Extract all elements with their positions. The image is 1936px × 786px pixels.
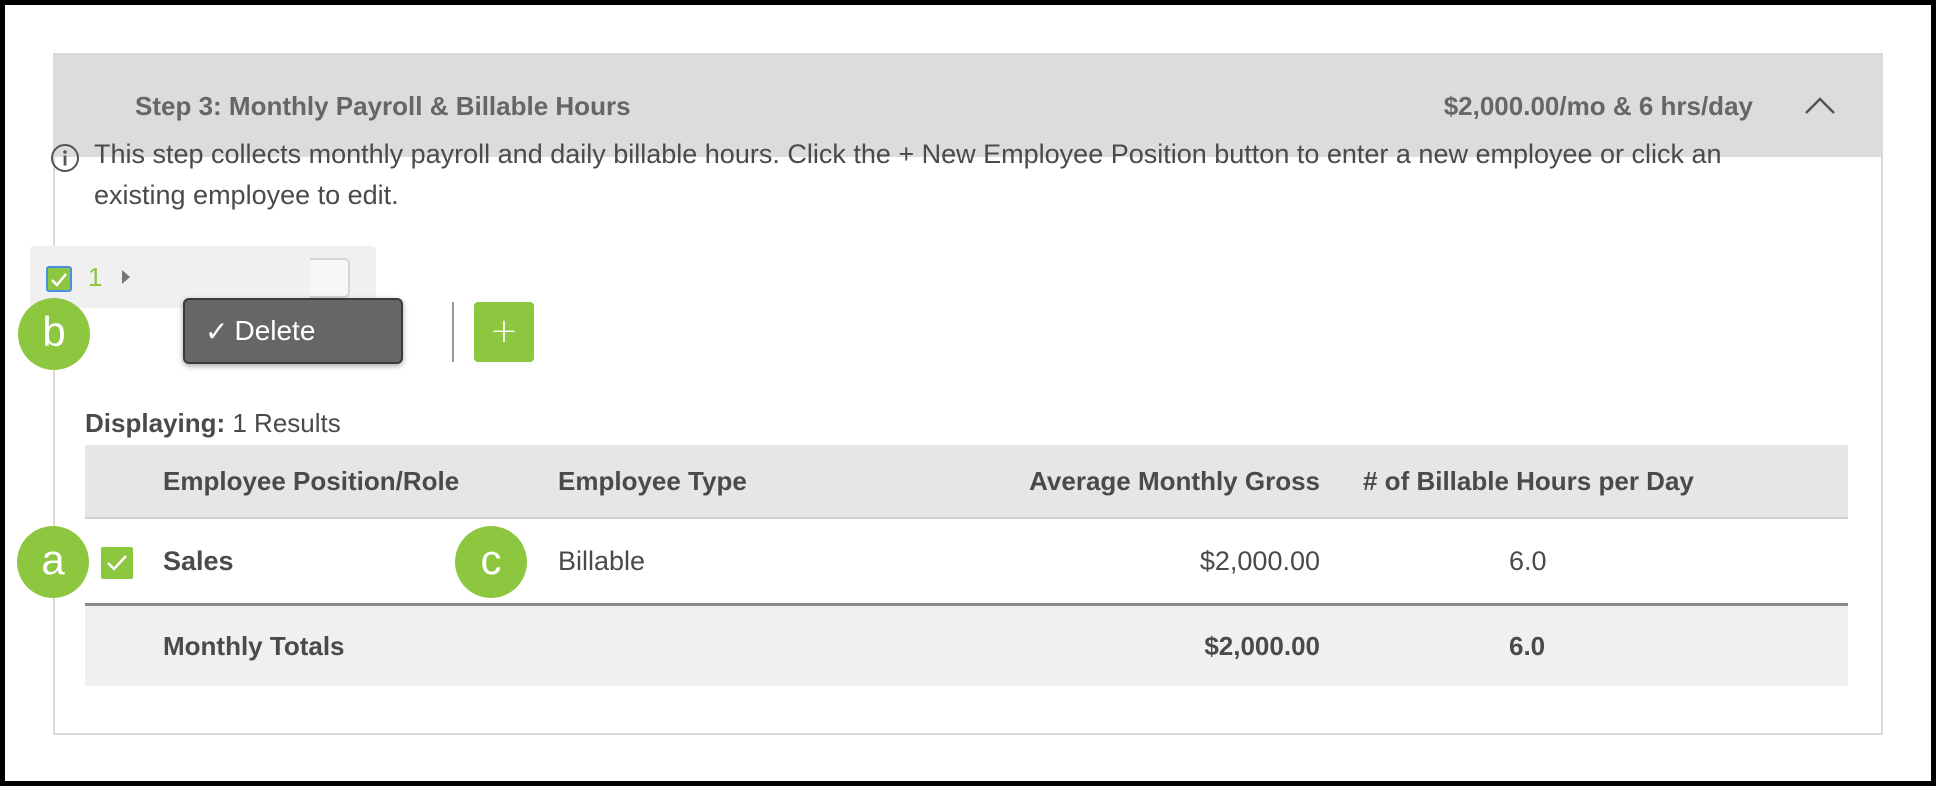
- menu-check-icon: ✓: [205, 315, 229, 347]
- totals-row: Monthly Totals $2,000.00 6.0: [85, 606, 1848, 686]
- results-count: Displaying: 1 Results: [85, 408, 341, 439]
- check-icon: [107, 555, 127, 571]
- callout-b: b: [18, 298, 90, 370]
- chevron-up-icon[interactable]: [1803, 89, 1837, 123]
- info-icon: [51, 144, 79, 172]
- table-header: Employee Position/Role Employee Type Ave…: [85, 445, 1848, 519]
- step-title: Step 3: Monthly Payroll & Billable Hours: [135, 91, 631, 121]
- totals-hours: 6.0: [1509, 631, 1546, 661]
- header-role[interactable]: Employee Position/Role: [163, 445, 459, 517]
- toolbar-divider: [452, 302, 454, 362]
- row-hours: 6.0: [1509, 546, 1547, 576]
- table-row[interactable]: Sales Billable $2,000.00 6.0: [85, 519, 1848, 606]
- caret-right-icon: [122, 270, 130, 284]
- bulk-action-dropdown[interactable]: [310, 258, 350, 298]
- step-summary: $2,000.00/mo & 6 hrs/day: [1443, 91, 1753, 121]
- header-gross[interactable]: Average Monthly Gross: [1029, 445, 1320, 517]
- header-type[interactable]: Employee Type: [558, 445, 747, 517]
- results-value: 1 Results: [232, 408, 341, 438]
- employee-table: Employee Position/Role Employee Type Ave…: [85, 445, 1848, 686]
- delete-label: Delete: [234, 315, 316, 346]
- row-gross: $2,000.00: [1199, 546, 1320, 576]
- add-employee-button[interactable]: +: [474, 302, 534, 362]
- totals-label: Monthly Totals: [163, 631, 345, 661]
- header-hours[interactable]: # of Billable Hours per Day: [1363, 445, 1694, 517]
- results-label: Displaying:: [85, 408, 226, 438]
- row-checkbox[interactable]: [101, 547, 133, 579]
- callout-a: a: [17, 526, 89, 598]
- totals-gross: $2,000.00: [1204, 631, 1320, 661]
- row-type: Billable: [558, 546, 646, 576]
- info-text: This step collects monthly payroll and d…: [94, 139, 1722, 210]
- select-all-checkbox[interactable]: [46, 266, 72, 292]
- delete-menu-item[interactable]: ✓ Delete: [183, 298, 403, 364]
- selected-count: 1: [88, 262, 103, 292]
- callout-c: c: [455, 526, 527, 598]
- check-icon: [51, 273, 67, 287]
- row-role[interactable]: Sales: [163, 519, 234, 603]
